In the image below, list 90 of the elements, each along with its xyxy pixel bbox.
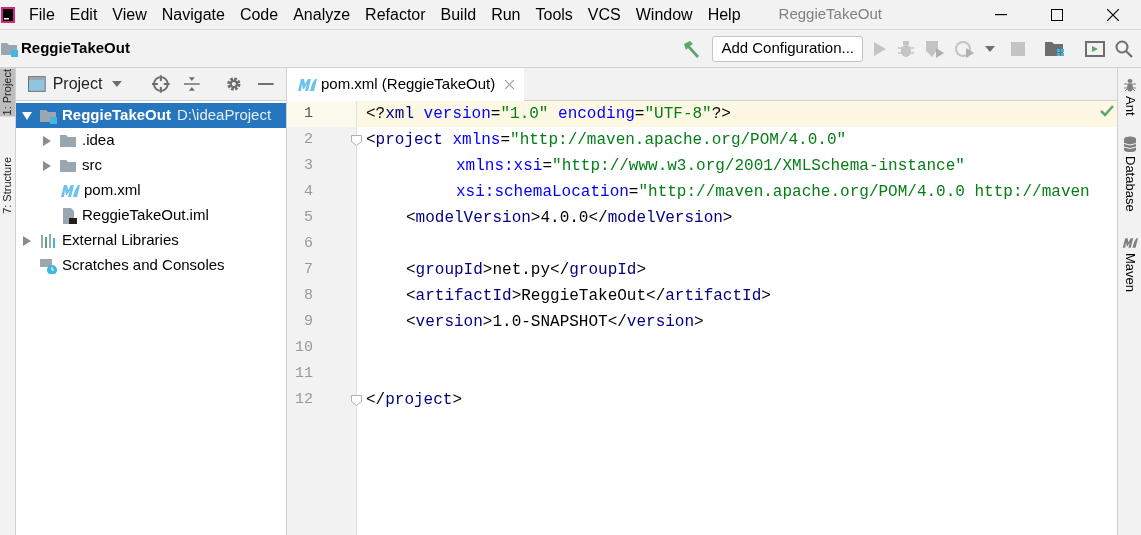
module-folder-icon	[40, 107, 58, 124]
tree-item-label[interactable]: ReggieTakeOut.iml	[82, 204, 209, 227]
folder-icon	[60, 157, 78, 174]
breadcrumb[interactable]: ReggieTakeOut	[21, 37, 130, 60]
locate-icon[interactable]	[152, 75, 170, 93]
menu-item[interactable]: Build	[440, 2, 477, 27]
line-number: 9	[303, 311, 313, 332]
tool-window-tab[interactable]: 7: Structure	[0, 156, 15, 216]
line-number: 1	[303, 103, 313, 124]
line-number: 12	[294, 389, 313, 410]
folder-icon	[1, 40, 19, 57]
tree-item-label[interactable]: src	[82, 154, 102, 177]
tool-window-tab[interactable]: Database	[1121, 135, 1138, 212]
code-line: </project>	[366, 390, 463, 411]
line-number: 2	[303, 129, 313, 150]
line-number: 6	[303, 233, 313, 254]
line-number: 5	[303, 207, 313, 228]
menu-item[interactable]: Refactor	[365, 2, 426, 27]
tool-window-tab[interactable]: Maven	[1121, 237, 1138, 293]
search-icon[interactable]	[1115, 39, 1133, 58]
menu-item[interactable]: Analyze	[293, 2, 351, 27]
code-line: <project xmlns="http://maven.apache.org/POM/4.0.0"	[366, 130, 847, 151]
code-line: <groupId>net.py</groupId>	[406, 260, 647, 281]
collapsed-arrow-icon[interactable]	[42, 135, 52, 146]
line-number: 8	[303, 285, 313, 306]
menu-item[interactable]: Code	[239, 2, 279, 27]
collapsed-arrow-icon[interactable]	[22, 235, 32, 246]
shield-run-icon[interactable]	[925, 39, 945, 58]
menu-item[interactable]: Run	[491, 2, 521, 27]
app-logo-icon	[1, 6, 15, 23]
line-number: 10	[294, 337, 313, 358]
maven-icon	[297, 77, 317, 92]
ant-icon	[1122, 78, 1137, 92]
tool-window-tab[interactable]: 1: Project	[0, 68, 15, 117]
line-number: 11	[294, 363, 313, 384]
menu-item[interactable]: Edit	[69, 2, 98, 27]
run-configuration-button[interactable]: Add Configuration...	[712, 35, 863, 62]
minimize-icon[interactable]	[258, 83, 274, 85]
selected-tree-row[interactable]: ReggieTakeOut D:\ideaProject	[16, 103, 286, 128]
line-number: 3	[303, 155, 313, 176]
project-structure-icon[interactable]	[1045, 39, 1065, 58]
menu-item[interactable]: Tools	[535, 2, 573, 27]
menu-item[interactable]: File	[29, 2, 55, 27]
window-title: ReggieTakeOut	[778, 4, 882, 25]
fold-marker-icon[interactable]	[351, 134, 362, 146]
code-line: <?xml version="1.0" encoding="UTF-8"?>	[366, 104, 731, 125]
line-number: 4	[303, 181, 313, 202]
close-icon	[1107, 8, 1119, 21]
code-line: <version>1.0-SNAPSHOT</version>	[406, 312, 704, 333]
caret-icon[interactable]	[985, 45, 995, 52]
menu-item[interactable]: Help	[707, 2, 741, 27]
line-number: 7	[303, 259, 313, 280]
editor-tab[interactable]: pom.xml (ReggieTakeOut)	[287, 68, 525, 101]
caret-icon[interactable]	[112, 81, 123, 87]
tree-item-label[interactable]: .idea	[82, 129, 115, 152]
fold-marker-icon[interactable]	[351, 394, 362, 406]
code-line: xmlns:xsi="http://www.w3.org/2001/XMLSchema-instance"	[456, 156, 965, 177]
library-icon	[40, 232, 58, 249]
profiler-icon[interactable]	[955, 39, 975, 58]
collapsed-arrow-icon[interactable]	[42, 160, 52, 171]
tool-window-tab[interactable]: Ant	[1121, 78, 1138, 116]
tree-item-label[interactable]: External Libraries	[62, 229, 179, 252]
folder-icon	[60, 132, 78, 149]
menu-item[interactable]: Window	[635, 2, 693, 27]
tab-label: pom.xml (ReggieTakeOut)	[321, 74, 496, 95]
maximize-icon	[1051, 8, 1063, 21]
expanded-arrow-icon[interactable]	[22, 110, 32, 121]
database-icon	[1122, 135, 1137, 152]
menu-item[interactable]: VCS	[587, 2, 621, 27]
path-label: D:\ideaProject	[176, 105, 272, 126]
code-line: xsi:schemaLocation="http://maven.apache.org/POM/4.0.0 http://maven	[456, 182, 1090, 203]
tree-item-label[interactable]: ReggieTakeOut	[62, 104, 171, 127]
file-icon	[60, 207, 78, 224]
tree-item-label[interactable]: pom.xml	[84, 179, 141, 202]
menu-item[interactable]: Navigate	[161, 2, 225, 27]
settings-icon[interactable]	[225, 76, 242, 92]
scratch-clock-icon	[40, 257, 58, 274]
terminal-run-icon[interactable]	[1085, 40, 1105, 57]
panel-title[interactable]: Project	[52, 72, 103, 96]
collapse-icon[interactable]	[183, 76, 200, 92]
maven-icon	[60, 183, 80, 198]
window-icon	[28, 76, 46, 92]
minimize-icon	[995, 13, 1007, 16]
tree-item-label[interactable]: Scratches and Consoles	[62, 254, 225, 277]
check-icon	[1100, 105, 1114, 117]
maven-icon	[1121, 237, 1138, 250]
menu-item[interactable]: View	[112, 2, 147, 27]
code-line: <modelVersion>4.0.0</modelVersion>	[406, 208, 733, 229]
close-icon[interactable]	[505, 80, 515, 89]
code-line: <artifactId>ReggieTakeOut</artifactId>	[406, 286, 771, 307]
